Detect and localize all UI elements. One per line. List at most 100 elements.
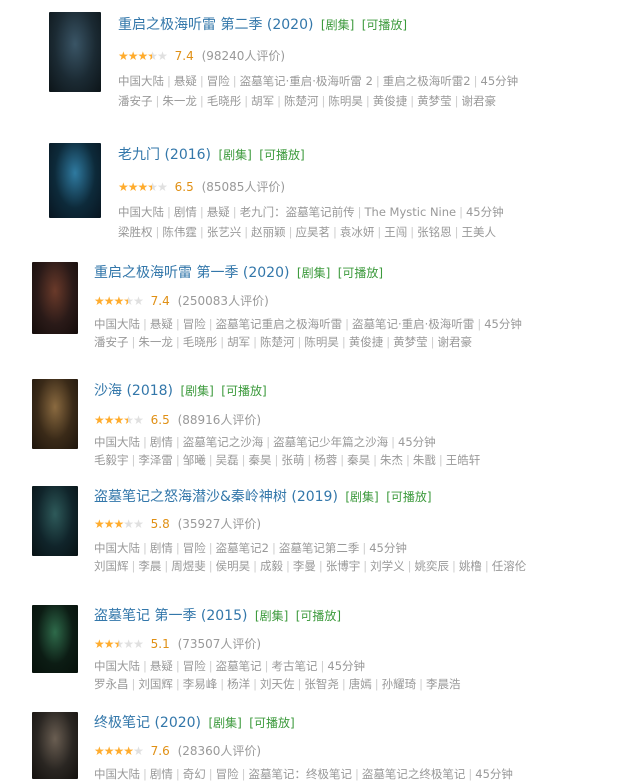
meta-tag: 剧情 bbox=[149, 541, 173, 555]
cast-name: 黄俊捷 bbox=[372, 94, 408, 108]
poster-image[interactable] bbox=[49, 143, 101, 218]
cast-name: 胡军 bbox=[251, 94, 275, 108]
playable-badge[interactable]: [可播放] bbox=[362, 18, 407, 32]
star-full-icon: ★ bbox=[137, 49, 149, 63]
star-empty-icon: ★ bbox=[123, 637, 134, 651]
meta-info: 中国大陆 | 剧情 | 盗墓笔记之沙海 | 盗墓笔记少年篇之沙海 | 45分钟 bbox=[94, 435, 436, 449]
rating-stars: ★★★★★ bbox=[94, 294, 144, 308]
type-badge[interactable]: [剧集] bbox=[321, 18, 354, 32]
cast-name: 毛毅宇 bbox=[94, 453, 129, 467]
meta-tag: 老九门：盗墓笔记前传 bbox=[239, 205, 355, 219]
rating-stars: ★★★★★ bbox=[94, 637, 144, 651]
cast-info: 梁胜权 | 陈伟霆 | 张艺兴 | 赵丽颖 | 应昊茗 | 袁冰妍 | 王闯 | 张铭恩 | 王美人 bbox=[118, 225, 497, 239]
rating-count: (98240人评价) bbox=[201, 49, 286, 63]
meta-tag: 中国大陆 bbox=[118, 205, 164, 219]
rating-score: 7.4 bbox=[174, 49, 194, 63]
poster-image[interactable] bbox=[32, 486, 78, 556]
type-badge[interactable]: [剧集] bbox=[180, 384, 213, 398]
meta-tag: 45分钟 bbox=[327, 659, 366, 673]
meta-tag: 盗墓笔记重启之极海听雷 bbox=[215, 317, 343, 331]
cast-name: 赵丽颖 bbox=[251, 225, 286, 239]
meta-tag: 中国大陆 bbox=[94, 435, 140, 449]
star-full-icon: ★ bbox=[94, 637, 105, 651]
type-badge[interactable]: [剧集] bbox=[208, 716, 241, 730]
meta-tag: 盗墓笔记第二季 bbox=[278, 541, 360, 555]
playable-badge[interactable]: [可播放] bbox=[221, 384, 266, 398]
cast-name: 杨洋 bbox=[227, 677, 251, 691]
meta-tag: 45分钟 bbox=[369, 541, 407, 555]
item-title-link[interactable]: 盗墓笔记 第一季 (2015) bbox=[94, 608, 247, 624]
star-empty-icon: ★ bbox=[133, 413, 144, 427]
cast-info: 潘安子 | 朱一龙 | 毛晓彤 | 胡军 | 陈楚河 | 陈明昊 | 黄俊捷 | 黄梦莹 | 谢君豪 bbox=[94, 335, 473, 349]
playable-badge[interactable]: [可播放] bbox=[296, 609, 341, 623]
poster-image[interactable] bbox=[32, 712, 78, 779]
item-title-link[interactable]: 沙海 (2018) bbox=[94, 383, 173, 399]
cast-name: 李晨 bbox=[138, 559, 162, 573]
cast-name: 张铭恩 bbox=[417, 225, 452, 239]
poster-image[interactable] bbox=[32, 379, 78, 449]
item-title-link[interactable]: 老九门 (2016) bbox=[118, 147, 211, 163]
meta-tag: 悬疑 bbox=[149, 659, 173, 673]
item-title-link[interactable]: 终极笔记 (2020) bbox=[94, 715, 201, 731]
cast-name: 周煜斐 bbox=[171, 559, 206, 573]
playable-badge[interactable]: [可播放] bbox=[386, 490, 431, 504]
item-title-link[interactable]: 重启之极海听雷 第二季 (2020) bbox=[118, 17, 313, 33]
star-empty-icon: ★ bbox=[133, 744, 144, 758]
playable-badge[interactable]: [可播放] bbox=[249, 716, 294, 730]
meta-info: 中国大陆 | 剧情 | 奇幻 | 冒险 | 盗墓笔记：终极笔记 | 盗墓笔记之终极笔记 | 45分钟 bbox=[94, 767, 513, 781]
cast-name: 张博宇 bbox=[325, 559, 361, 573]
cast-name: 朱杰 bbox=[380, 453, 403, 467]
cast-name: 谢君豪 bbox=[437, 335, 473, 349]
cast-name: 姚奕辰 bbox=[414, 559, 450, 573]
meta-info: 中国大陆 | 悬疑 | 冒险 | 盗墓笔记 | 考古笔记 | 45分钟 bbox=[94, 659, 366, 673]
playable-badge[interactable]: [可播放] bbox=[259, 148, 304, 162]
meta-tag: 冒险 bbox=[206, 74, 230, 88]
playable-badge[interactable]: [可播放] bbox=[338, 266, 383, 280]
poster-image[interactable] bbox=[49, 12, 101, 92]
rating-stars: ★★★★★ bbox=[118, 49, 168, 63]
meta-tag: 盗墓笔记2 bbox=[215, 541, 269, 555]
type-badge[interactable]: [剧集] bbox=[345, 490, 378, 504]
star-full-icon: ★ bbox=[103, 413, 115, 427]
star-full-icon: ★ bbox=[113, 413, 125, 427]
cast-name: 毛晓彤 bbox=[182, 335, 218, 349]
cast-name: 陈明昊 bbox=[328, 94, 363, 108]
type-badge[interactable]: [剧集] bbox=[218, 148, 251, 162]
star-full-icon: ★ bbox=[113, 744, 125, 758]
poster-image[interactable] bbox=[32, 262, 78, 334]
type-badge[interactable]: [剧集] bbox=[297, 266, 330, 280]
poster-image[interactable] bbox=[32, 605, 78, 673]
rating-stars: ★★★★★ bbox=[94, 413, 144, 427]
item-title-link[interactable]: 重启之极海听雷 第一季 (2020) bbox=[94, 265, 289, 281]
meta-tag: 悬疑 bbox=[173, 74, 197, 88]
cast-name: 陈明昊 bbox=[304, 335, 339, 349]
cast-name: 陈楚河 bbox=[284, 94, 319, 108]
star-full-icon: ★ bbox=[113, 517, 125, 531]
meta-tag: 盗墓笔记之沙海 bbox=[182, 435, 264, 449]
meta-tag: 45分钟 bbox=[398, 435, 436, 449]
meta-tag: 考古笔记 bbox=[271, 659, 318, 673]
star-full-icon: ★ bbox=[94, 294, 105, 308]
rating-stars: ★★★★★ bbox=[94, 744, 144, 758]
type-badge[interactable]: [剧集] bbox=[255, 609, 288, 623]
cast-name: 黄梦莹 bbox=[417, 94, 452, 108]
item-title-link[interactable]: 盗墓笔记之怒海潜沙&秦岭神树 (2019) bbox=[94, 489, 338, 505]
cast-name: 黄俊捷 bbox=[348, 335, 384, 349]
cast-name: 王美人 bbox=[461, 225, 497, 239]
cast-name: 李泽雷 bbox=[138, 453, 173, 467]
star-full-icon: ★ bbox=[94, 413, 105, 427]
rating-count: (88916人评价) bbox=[177, 413, 262, 427]
cast-name: 潘安子 bbox=[94, 335, 129, 349]
star-half-icon: ★ bbox=[113, 637, 125, 651]
cast-name: 李晨浩 bbox=[426, 677, 461, 691]
star-full-icon: ★ bbox=[127, 49, 139, 63]
cast-name: 陈楚河 bbox=[260, 335, 295, 349]
meta-tag: 剧情 bbox=[173, 205, 197, 219]
meta-info: 中国大陆 | 剧情 | 冒险 | 盗墓笔记2 | 盗墓笔记第二季 | 45分钟 bbox=[94, 541, 407, 555]
rating-stars: ★★★★★ bbox=[94, 517, 144, 531]
rating-score: 7.6 bbox=[150, 744, 170, 758]
cast-name: 孙耀琦 bbox=[381, 677, 417, 691]
meta-tag: 中国大陆 bbox=[94, 541, 140, 555]
cast-name: 朱一龙 bbox=[162, 94, 197, 108]
rating-count: (85085人评价) bbox=[201, 180, 286, 194]
